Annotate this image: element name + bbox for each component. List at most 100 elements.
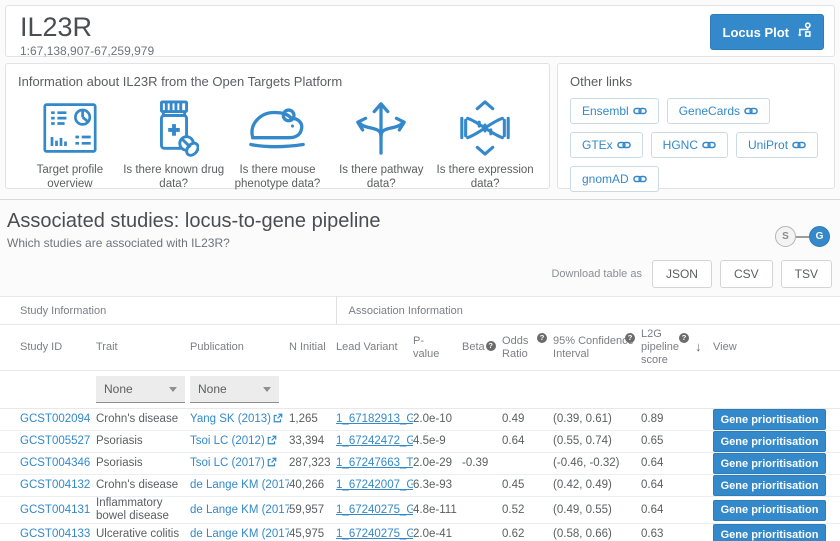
download-row: Download table as JSON CSV TSV <box>0 250 840 296</box>
col-header-l2g-score[interactable]: L2G pipeline score? <box>641 324 696 371</box>
drug-data-label: Is there known drug data? <box>123 164 225 190</box>
p-value-cell: 6.3e-93 <box>413 474 463 497</box>
lead-variant-link[interactable]: 1_67182913_G_A <box>336 413 413 425</box>
odds-ratio-help-icon[interactable]: ? <box>537 333 548 343</box>
col-header-confidence-interval[interactable]: 95% Confidence Interval? <box>553 324 642 371</box>
gene-prioritisation-button[interactable]: Gene prioritisation <box>713 499 827 521</box>
studies-section-header: Associated studies: locus-to-gene pipeli… <box>0 200 840 250</box>
toggle-gene-option[interactable]: G <box>809 226 830 247</box>
study-id-link[interactable]: GCST005527 <box>20 435 90 447</box>
drug-data-item[interactable]: Is there known drug data? <box>122 97 226 191</box>
mouse-data-item[interactable]: Is there mouse phenotype data? <box>226 97 330 191</box>
study-id-link[interactable]: GCST004133 <box>20 528 90 540</box>
lead-variant-link[interactable]: 1_67240275_G_A <box>336 528 413 540</box>
col-header-trait[interactable]: Trait <box>96 324 190 371</box>
link-label-uniprot: UniProt <box>748 138 789 152</box>
gene-prioritisation-button[interactable]: Gene prioritisation <box>713 475 827 496</box>
ci-cell: (0.39, 0.61) <box>553 408 642 431</box>
p-value-cell: 2.0e-41 <box>413 523 463 541</box>
target-profile-item[interactable]: Target profile overview <box>18 97 122 191</box>
table-row: GCST005527 Psoriasis Tsoi LC (2012) 33,3… <box>0 430 840 453</box>
beta-cell <box>462 496 503 524</box>
page: IL23R 1:67,138,907-67,259,979 Locus Plot… <box>0 5 840 541</box>
beta-help-icon[interactable]: ? <box>485 341 496 351</box>
link-button-gtex[interactable]: GTEx <box>570 132 643 158</box>
study-id-link[interactable]: GCST004346 <box>20 457 90 469</box>
col-header-study-id[interactable]: Study ID <box>0 324 96 371</box>
study-id-link[interactable]: GCST004132 <box>20 479 90 491</box>
study-id-link[interactable]: GCST004131 <box>20 504 90 516</box>
l2g-score-cell: 0.63 <box>641 523 696 541</box>
download-json-button[interactable]: JSON <box>651 260 712 288</box>
link-button-genecards[interactable]: GeneCards <box>666 98 771 124</box>
table-row: GCST004346 Psoriasis Tsoi LC (2017) 287,… <box>0 452 840 475</box>
table-row: GCST004133 Ulcerative colitis de Lange K… <box>0 523 840 541</box>
publication-link[interactable]: Yang SK (2013) <box>190 413 271 425</box>
link-icon <box>702 141 716 149</box>
gene-prioritisation-button[interactable]: Gene prioritisation <box>713 524 827 541</box>
expression-data-item[interactable]: Is there expression data? <box>433 97 537 191</box>
l2g-score-cell: 0.64 <box>641 452 696 475</box>
trait-cell: Inflammatory bowel disease <box>96 496 190 524</box>
n-initial-cell: 40,266 <box>289 474 337 497</box>
sort-desc-icon[interactable]: ↓ <box>695 339 702 354</box>
pathway-data-item[interactable]: Is there pathway data? <box>329 97 433 191</box>
lead-variant-link[interactable]: 1_67242007_G_A <box>336 479 413 491</box>
link-icon <box>744 107 758 115</box>
link-label-hgnc: HGNC <box>662 138 699 152</box>
col-header-n-initial[interactable]: N Initial <box>289 324 337 371</box>
download-tsv-button[interactable]: TSV <box>780 260 832 288</box>
gene-prioritisation-button[interactable]: Gene prioritisation <box>713 431 827 452</box>
l2g-score-cell: 0.64 <box>641 474 696 497</box>
mouse-data-label: Is there mouse phenotype data? <box>234 164 321 190</box>
l2g-score-cell: 0.89 <box>641 408 696 431</box>
link-button-ensembl[interactable]: Ensembl <box>570 98 659 124</box>
locus-plot-button[interactable]: Locus Plot <box>709 14 824 50</box>
link-button-hgnc[interactable]: HGNC <box>650 132 729 158</box>
gene-location: 1:67,138,907-67,259,979 <box>20 44 155 58</box>
publication-link[interactable]: de Lange KM (2017) <box>190 504 289 516</box>
col-header-beta[interactable]: Beta? <box>462 324 503 371</box>
download-csv-button[interactable]: CSV <box>719 260 773 288</box>
col-header-odds-ratio[interactable]: Odds Ratio? <box>502 324 554 371</box>
col-header-lead-variant[interactable]: Lead Variant <box>336 324 414 371</box>
link-button-gnomad[interactable]: gnomAD <box>570 166 659 192</box>
publication-link[interactable]: de Lange KM (2017) <box>190 528 289 540</box>
gene-prioritisation-button[interactable]: Gene prioritisation <box>713 453 827 474</box>
trait-filter-select[interactable]: None <box>96 376 185 403</box>
n-initial-cell: 59,957 <box>289 496 337 524</box>
ci-cell: (0.55, 0.74) <box>553 430 642 453</box>
group-header-study: Study Information <box>0 296 337 325</box>
trait-filter-value: None <box>104 382 133 396</box>
lead-variant-link[interactable]: 1_67240275_G_A <box>336 504 413 516</box>
external-link-icon <box>267 435 277 445</box>
publication-filter-select[interactable]: None <box>190 376 279 403</box>
studies-subheading: Which studies are associated with IL23R? <box>7 236 230 250</box>
odds-ratio-cell: 0.45 <box>502 474 554 497</box>
table-row: GCST004132 Crohn's disease de Lange KM (… <box>0 474 840 497</box>
trait-cell: Ulcerative colitis <box>96 523 190 541</box>
p-value-cell: 4.5e-9 <box>413 430 463 453</box>
lead-variant-link[interactable]: 1_67242472_G_T <box>336 435 413 447</box>
publication-link[interactable]: Tsoi LC (2017) <box>190 457 265 469</box>
col-header-sort[interactable]: ↓ <box>695 324 714 371</box>
study-gene-toggle[interactable]: S G <box>775 226 830 247</box>
publication-link[interactable]: Tsoi LC (2012) <box>190 435 265 447</box>
gene-prioritisation-button[interactable]: Gene prioritisation <box>713 409 827 430</box>
col-header-p-value[interactable]: P-value <box>413 324 463 371</box>
trait-cell: Crohn's disease <box>96 408 190 431</box>
study-id-link[interactable]: GCST002094 <box>20 413 90 425</box>
publication-link[interactable]: de Lange KM (2017) <box>190 479 289 491</box>
ci-help-icon[interactable]: ? <box>625 333 636 343</box>
l2g-score-cell: 0.65 <box>641 430 696 453</box>
link-button-uniprot[interactable]: UniProt <box>736 132 819 158</box>
l2g-help-icon[interactable]: ? <box>679 333 690 343</box>
link-label-ensembl: Ensembl <box>582 104 629 118</box>
lead-variant-link[interactable]: 1_67247663_T_C <box>336 457 413 469</box>
toggle-connector <box>796 235 809 238</box>
pathway-data-label: Is there pathway data? <box>339 164 424 190</box>
col-header-publication[interactable]: Publication <box>190 324 289 371</box>
target-profile-label: Target profile overview <box>36 164 104 190</box>
toggle-study-option[interactable]: S <box>775 226 796 247</box>
chevron-down-icon <box>169 386 177 392</box>
